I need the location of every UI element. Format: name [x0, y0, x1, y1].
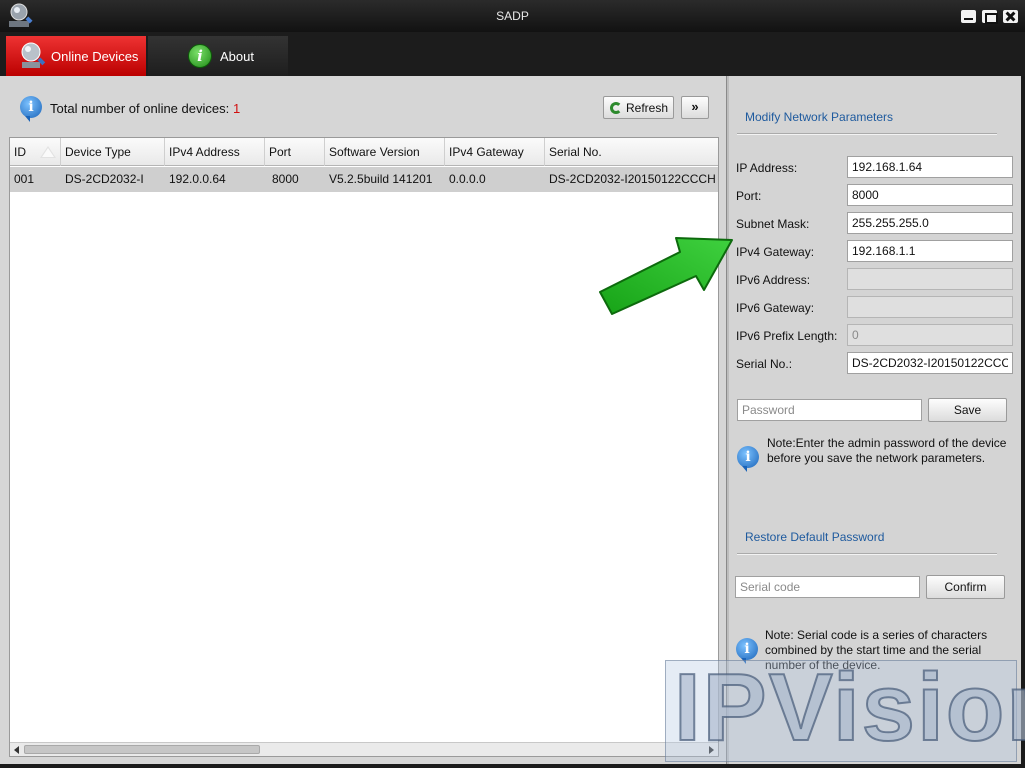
modify-section-title: Modify Network Parameters — [745, 110, 894, 124]
column-header-ipv4-gateway[interactable]: IPv4 Gateway — [445, 138, 545, 166]
table-header: ID Device Type IPv4 Address Port Softwar… — [10, 138, 718, 166]
watermark-text: IPVision — [673, 653, 1025, 762]
tab-about-label: About — [220, 49, 254, 64]
port-label: Port: — [736, 189, 762, 203]
scroll-thumb[interactable] — [24, 745, 260, 754]
save-note: Note:Enter the admin password of the dev… — [767, 436, 1007, 465]
refresh-label: Refresh — [626, 101, 669, 115]
maximize-button[interactable] — [982, 10, 998, 24]
ipv6-address-field — [847, 268, 1013, 290]
tab-about[interactable]: i About — [148, 36, 288, 76]
cell-ipv4-address: 192.0.0.64 — [169, 172, 226, 186]
column-header-ipv4-address[interactable]: IPv4 Address — [165, 138, 265, 166]
column-header-software-version[interactable]: Software Version — [325, 138, 445, 166]
serial-no-label: Serial No.: — [736, 357, 793, 371]
column-header-id[interactable]: ID — [10, 138, 61, 166]
ip-address-field[interactable] — [847, 156, 1013, 178]
port-field[interactable] — [847, 184, 1013, 206]
refresh-button[interactable]: Refresh — [603, 96, 674, 119]
confirm-button[interactable]: Confirm — [926, 575, 1005, 599]
total-devices-label: Total number of online devices: — [50, 101, 230, 116]
window-title: SADP — [496, 9, 529, 23]
title-bar: SADP — [0, 0, 1025, 32]
cell-ipv4-gateway: 0.0.0.0 — [449, 172, 486, 186]
about-info-icon: i — [188, 44, 212, 68]
ipv6-gateway-label: IPv6 Gateway: — [736, 301, 815, 315]
serial-no-field[interactable] — [847, 352, 1013, 374]
ipv6-address-label: IPv6 Address: — [736, 273, 811, 287]
cell-port: 8000 — [272, 172, 299, 186]
cell-software-version: V5.2.5build 141201 — [329, 172, 433, 186]
refresh-icon — [610, 102, 622, 114]
tab-bar: Online Devices i About — [0, 32, 1025, 76]
cell-device-type: DS-2CD2032-I — [65, 172, 144, 186]
sort-triangle-icon — [40, 146, 56, 158]
cell-serial-no: DS-2CD2032-I20150122CCCH — [549, 172, 716, 186]
scroll-left-icon[interactable] — [14, 746, 19, 754]
ipv6-prefix-length-label: IPv6 Prefix Length: — [736, 329, 838, 343]
subnet-mask-label: Subnet Mask: — [736, 217, 810, 231]
column-header-device-type[interactable]: Device Type — [61, 138, 165, 166]
section-divider — [737, 553, 997, 555]
expand-button[interactable]: » — [681, 96, 709, 119]
ipv6-prefix-length-field — [847, 324, 1013, 346]
serial-code-input[interactable] — [735, 576, 920, 598]
cell-id: 001 — [14, 172, 35, 186]
horizontal-scrollbar[interactable] — [10, 742, 718, 756]
table-row[interactable]: 001 DS-2CD2032-I 192.0.0.64 8000 V5.2.5b… — [10, 167, 718, 192]
info-icon: i — [737, 446, 759, 472]
info-icon: i — [20, 96, 42, 122]
watermark: IPVision — [665, 653, 1025, 762]
total-devices-count: 1 — [233, 101, 241, 116]
column-header-port[interactable]: Port — [265, 138, 325, 166]
ipv6-gateway-field — [847, 296, 1013, 318]
green-arrow-icon — [599, 237, 733, 315]
close-button[interactable] — [1003, 10, 1018, 23]
ip-address-label: IP Address: — [736, 161, 798, 175]
section-divider — [737, 133, 997, 135]
password-input[interactable] — [737, 399, 922, 421]
ipv4-gateway-label: IPv4 Gateway: — [736, 245, 815, 259]
column-header-serial-no[interactable]: Serial No. — [545, 138, 718, 166]
ipv4-gateway-field[interactable] — [847, 240, 1013, 262]
tab-online-devices[interactable]: Online Devices — [6, 36, 146, 76]
column-header-label: ID — [14, 145, 26, 159]
tab-online-devices-label: Online Devices — [51, 49, 139, 64]
online-devices-icon — [21, 42, 46, 68]
restore-section-title: Restore Default Password — [745, 530, 885, 544]
save-button[interactable]: Save — [928, 398, 1007, 422]
devices-pane: i Total number of online devices: 1 Refr… — [0, 76, 726, 764]
subnet-mask-field[interactable] — [847, 212, 1013, 234]
minimize-button[interactable] — [961, 10, 976, 23]
